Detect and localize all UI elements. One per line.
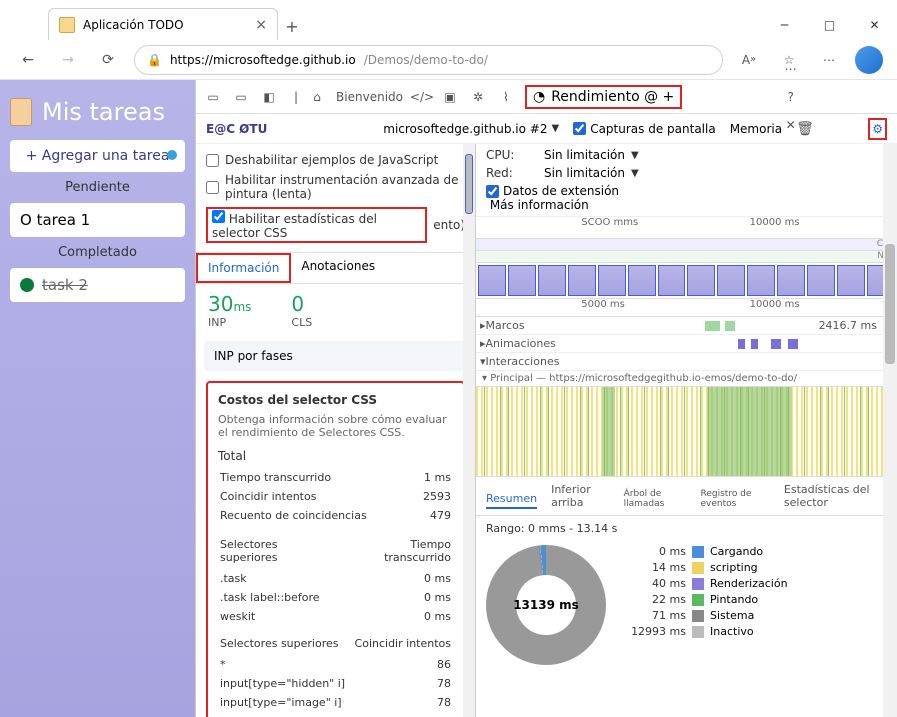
css-selector-card: Costos del selector CSS Obtenga informac… bbox=[206, 381, 465, 717]
adv-paint-checkbox[interactable] bbox=[206, 181, 219, 194]
sources-icon[interactable]: ✲ bbox=[469, 88, 487, 106]
refresh-button[interactable]: ⟳ bbox=[94, 46, 122, 74]
window-maximize-button[interactable]: □ bbox=[807, 10, 852, 40]
completed-heading: Completado bbox=[10, 245, 185, 260]
legend-row: 71 msSistema bbox=[626, 609, 788, 622]
table-row: input[type="hidden" i]78 bbox=[220, 675, 451, 692]
more-info-link[interactable]: Más información bbox=[490, 198, 589, 212]
record-name: E@C ØTU bbox=[206, 122, 267, 136]
range-label: Rango: 0 mms - 13.14 s bbox=[476, 516, 897, 541]
clipboard-icon bbox=[10, 98, 32, 126]
legend-row: 12993 msInactivo bbox=[626, 625, 788, 638]
bottom-tab[interactable]: Resumen bbox=[486, 492, 537, 509]
origin-select[interactable]: microsoftedge.github.io #2 ▼ bbox=[383, 122, 559, 136]
tab-title: Aplicación TODO bbox=[83, 18, 184, 32]
back-button[interactable]: ← bbox=[14, 46, 42, 74]
favicon-icon bbox=[59, 17, 75, 33]
summary-donut: 13139 ms bbox=[486, 545, 606, 665]
anim-track[interactable]: ▸ Animaciones bbox=[476, 335, 897, 353]
net-throttle-select[interactable]: Sin limitación ▼ bbox=[544, 166, 887, 180]
card-title: Costos del selector CSS bbox=[218, 393, 453, 407]
todo-app: Mis tareas + Agregar una tarea Pendiente… bbox=[0, 80, 195, 717]
window-close-button[interactable]: ✕ bbox=[852, 10, 897, 40]
card-subtitle: Obtenga información sobre cómo evaluar e… bbox=[218, 413, 453, 439]
inter-track[interactable]: ▾ Interacciones bbox=[476, 353, 897, 371]
table-row: .task0 ms bbox=[220, 570, 451, 587]
detail-ruler[interactable]: 5000 ms 10000 ms bbox=[476, 299, 897, 317]
ext-data-checkbox[interactable]: Datos de extensión bbox=[486, 184, 887, 198]
inspect-icon[interactable]: ▭ bbox=[204, 88, 222, 106]
tab-info[interactable]: Información bbox=[196, 253, 291, 283]
device-icon[interactable]: ▭ bbox=[232, 88, 250, 106]
table-row: Coincidir intentos2593 bbox=[220, 488, 451, 505]
legend-row: 40 msRenderización bbox=[626, 577, 788, 590]
close-tab-icon[interactable]: × bbox=[255, 17, 267, 33]
performance-tab[interactable]: ◔ Rendimiento @ + bbox=[525, 85, 682, 109]
cpu-throttle-select[interactable]: Sin limitación ▼ bbox=[544, 148, 887, 162]
url-domain: https://microsoftedge.github.io bbox=[170, 53, 356, 67]
scrollbar[interactable] bbox=[883, 144, 897, 717]
legend-row: 14 msscripting bbox=[626, 561, 788, 574]
focus-dot-icon bbox=[167, 150, 177, 160]
close-devtools-icon[interactable]: ✕ bbox=[782, 116, 800, 134]
add-task-button[interactable]: + Agregar una tarea bbox=[10, 140, 185, 172]
bottom-tab[interactable]: Registro de eventos bbox=[701, 489, 770, 509]
table-row: Recuento de coincidencias479 bbox=[220, 507, 451, 524]
url-path: /Demos/demo-to-do/ bbox=[364, 53, 488, 67]
home-icon[interactable]: ⌂ bbox=[308, 88, 326, 106]
table-row: .task label::before0 ms bbox=[220, 589, 451, 606]
legend-row: 22 msPintando bbox=[626, 593, 788, 606]
table-row: *86 bbox=[220, 656, 451, 673]
flame-chart[interactable] bbox=[476, 387, 897, 477]
welcome-tab[interactable]: Bienvenido bbox=[336, 90, 403, 104]
network-icon[interactable]: ⌇ bbox=[497, 88, 515, 106]
legend-row: 0 msCargando bbox=[626, 545, 788, 558]
browser-tab[interactable]: Aplicación TODO × bbox=[48, 8, 278, 40]
tab-annotations[interactable]: Anotaciones bbox=[291, 253, 385, 283]
scrollbar[interactable] bbox=[463, 144, 475, 717]
screenshot-strip[interactable] bbox=[476, 263, 897, 299]
window-minimize-button[interactable]: ─ bbox=[762, 10, 807, 40]
console-icon[interactable]: ▣ bbox=[441, 88, 459, 106]
main-thread-label: ▾ Principal — https://microsoftedgegithu… bbox=[476, 371, 897, 387]
disable-js-checkbox[interactable] bbox=[206, 154, 219, 167]
gauge-icon: ◔ bbox=[533, 89, 545, 105]
frames-track[interactable]: ▸ Marcos 2416.7 ms bbox=[476, 317, 897, 335]
check-icon bbox=[20, 278, 34, 292]
table-row: input[type="image" i]78 bbox=[220, 694, 451, 711]
dock-icon[interactable]: ◧ bbox=[260, 88, 278, 106]
app-title: Mis tareas bbox=[10, 98, 185, 126]
css-stats-checkbox[interactable] bbox=[212, 210, 225, 223]
address-bar[interactable]: 🔒 https://microsoftedge.github.io/Demos/… bbox=[134, 45, 723, 75]
forward-button: → bbox=[54, 46, 82, 74]
task-item[interactable]: O tarea 1 bbox=[10, 203, 185, 237]
cls-metric: 0 CLS bbox=[291, 292, 312, 329]
elements-icon[interactable]: </> bbox=[413, 88, 431, 106]
bottom-tab[interactable]: Inferior arriba bbox=[551, 483, 610, 509]
more-tools-icon[interactable]: ⋯ bbox=[782, 60, 800, 78]
inp-phase-card[interactable]: INP por fases bbox=[204, 341, 467, 371]
table-row: weskit0 ms bbox=[220, 608, 451, 625]
table-row: Tiempo transcurrido1 ms bbox=[220, 469, 451, 486]
task-item[interactable]: task 2 bbox=[10, 268, 185, 302]
pending-heading: Pendiente bbox=[10, 180, 185, 195]
inp-metric: 30ms INP bbox=[208, 292, 251, 329]
overview-ruler[interactable]: SCOO mms 10000 ms bbox=[476, 217, 897, 239]
new-tab-button[interactable]: + bbox=[278, 12, 306, 40]
bottom-tab[interactable]: Estadísticas del selector bbox=[784, 483, 887, 509]
lock-icon: 🔒 bbox=[147, 53, 162, 67]
help-icon[interactable]: ? bbox=[782, 88, 800, 106]
bottom-tab[interactable]: Árbol de llamadas bbox=[624, 489, 687, 509]
